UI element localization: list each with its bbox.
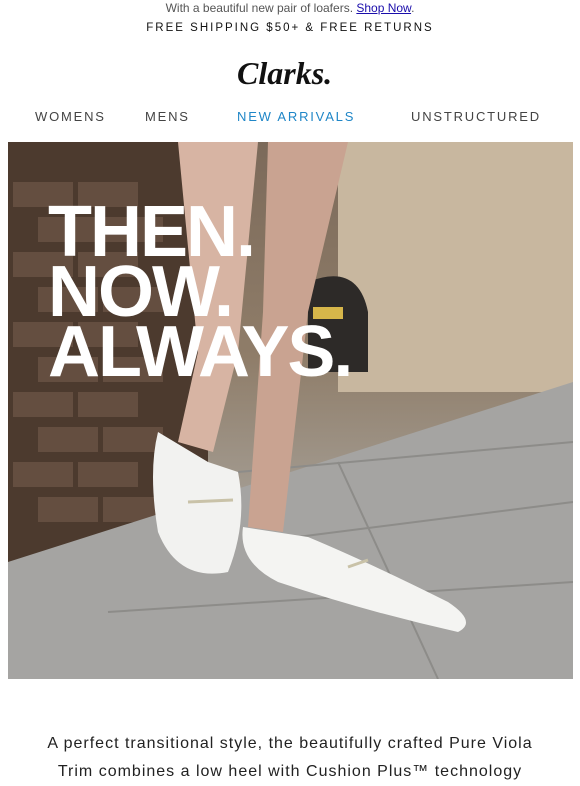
hero-headline: THEN. NOW. ALWAYS.	[48, 196, 353, 392]
clarks-logo[interactable]: Clarks.	[0, 55, 580, 99]
preheader-text: With a beautiful new pair of loafers.	[165, 1, 357, 15]
nav-new-arrivals[interactable]: NEW ARRIVALS	[237, 109, 355, 124]
shipping-banner: FREE SHIPPING $50+ & FREE RETURNS	[146, 22, 434, 34]
shop-now-link[interactable]: Shop Now	[356, 1, 411, 15]
hero-line-always: ALWAYS.	[48, 312, 353, 392]
nav-womens[interactable]: WOMENS	[35, 109, 106, 124]
main-nav: WOMENS MENS NEW ARRIVALS UNSTRUCTURED	[0, 109, 580, 129]
product-description: A perfect transitional style, the beauti…	[47, 735, 533, 780]
nav-mens[interactable]: MENS	[145, 109, 190, 124]
nav-unstructured[interactable]: UNSTRUCTURED	[411, 109, 541, 124]
preheader: With a beautiful new pair of loafers. Sh…	[0, 0, 580, 16]
hero-image[interactable]: THEN. NOW. ALWAYS.	[8, 142, 573, 679]
preheader-suffix: .	[411, 1, 415, 15]
logo-text: Clarks.	[237, 56, 332, 91]
clarks-logo-icon: Clarks.	[237, 55, 332, 91]
